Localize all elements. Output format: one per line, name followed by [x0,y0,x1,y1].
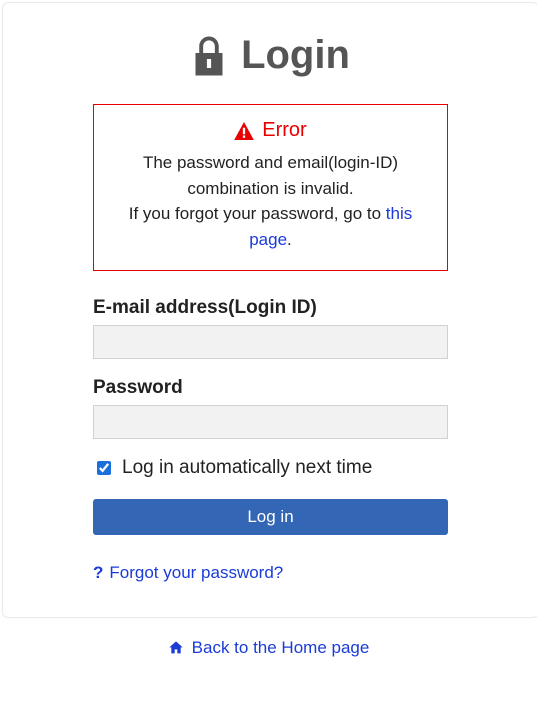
email-input[interactable] [93,325,448,359]
error-message: The password and email(login-ID) combina… [110,150,431,252]
forgot-text: Forgot your password? [109,563,283,583]
login-card: Login Error The password and email(login… [2,2,537,618]
remember-text: Log in automatically next time [122,457,372,479]
email-label: E-mail address(Login ID) [93,297,448,319]
error-box: Error The password and email(login-ID) c… [93,104,448,271]
password-input[interactable] [93,405,448,439]
forgot-link[interactable]: ? Forgot your password? [93,563,448,583]
remember-checkbox[interactable] [97,461,111,475]
home-icon [168,640,184,656]
remember-label[interactable]: Log in automatically next time [93,457,448,479]
lock-icon [191,36,227,76]
error-line2-suffix: . [287,230,292,249]
email-field-group: E-mail address(Login ID) [93,297,448,359]
submit-button[interactable]: Log in [93,499,448,535]
warning-icon [234,122,254,140]
error-title: Error [110,119,431,142]
password-field-group: Password [93,377,448,439]
back-link[interactable]: Back to the Home page [0,638,537,658]
error-title-text: Error [262,119,306,142]
title-text: Login [241,33,350,78]
question-icon: ? [93,563,103,583]
error-line1: The password and email(login-ID) combina… [143,153,398,198]
error-line2-prefix: If you forgot your password, go to [129,204,386,223]
back-text: Back to the Home page [192,638,370,658]
page-title: Login [93,33,448,78]
password-label: Password [93,377,448,399]
